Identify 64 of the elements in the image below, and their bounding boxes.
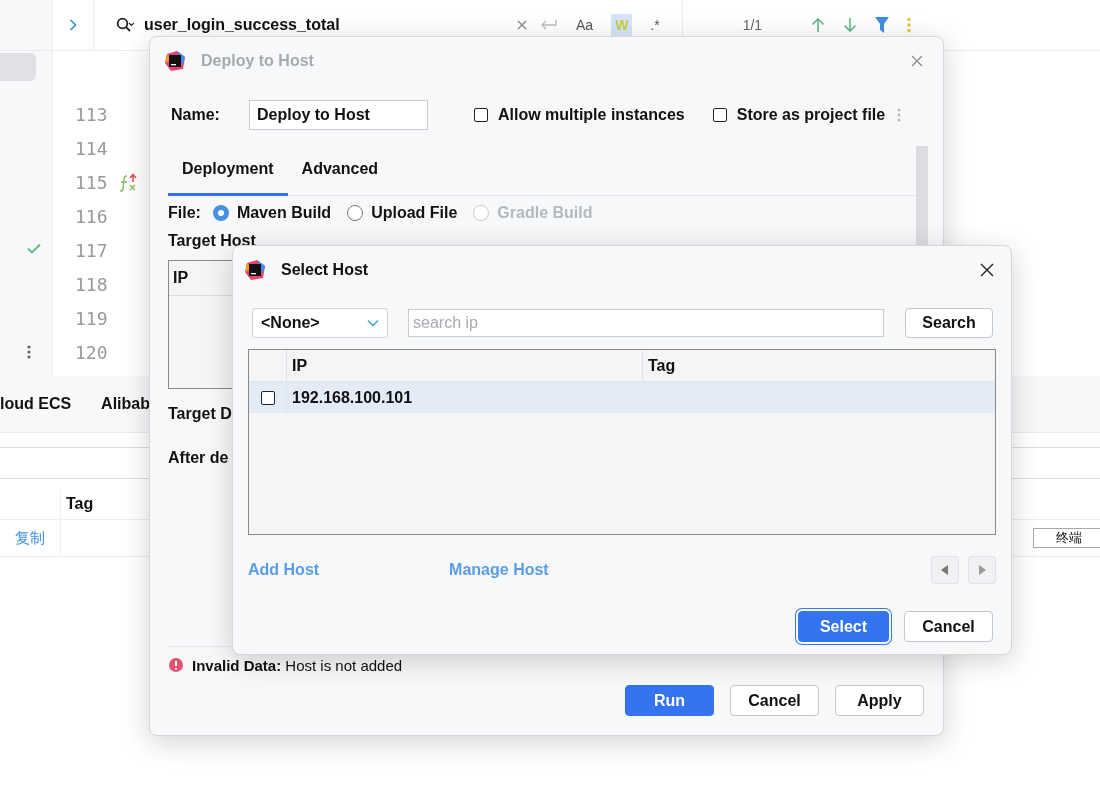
previous-page-button[interactable] [931, 556, 959, 584]
error-message: Invalid Data: Host is not added [192, 656, 403, 674]
section-label: Target Host [168, 231, 257, 251]
app-logo-icon [245, 260, 265, 280]
line-number: 116 [75, 205, 109, 227]
line-number: 117 [75, 239, 109, 261]
dialog-button[interactable]: Select [798, 611, 889, 642]
error-icon [168, 657, 184, 673]
dialog-button[interactable]: Cancel [904, 611, 993, 642]
right-triangle-icon [978, 565, 986, 575]
dialog-title: Select Host [281, 261, 370, 279]
section-label: After de [168, 448, 230, 468]
line-number: 113 [75, 103, 109, 125]
host-row[interactable]: 192.168.100.101 [249, 382, 995, 413]
search-button[interactable]: Search [905, 308, 993, 338]
search-option-toggle[interactable]: Aa [572, 14, 598, 36]
dialog-tab[interactable]: Deployment [168, 145, 288, 196]
search-icon[interactable] [116, 17, 134, 33]
search-field[interactable]: search ip [408, 309, 884, 337]
search-option-toggle[interactable]: .* [646, 14, 664, 36]
file-label: File: [168, 204, 201, 222]
line-number: 119 [75, 307, 109, 329]
close-icon[interactable] [980, 263, 994, 277]
match-count: 1/1 [742, 17, 764, 33]
option-checkbox[interactable]: Store as project file [712, 106, 886, 124]
dialog-button[interactable]: Run [625, 685, 714, 716]
clear-icon[interactable] [516, 19, 528, 31]
column-header: Tag [65, 495, 95, 513]
ip-cell-text: 192.168.100.101 [291, 387, 414, 408]
name-label: Name: [170, 106, 221, 124]
line-number: 114 [75, 137, 109, 159]
dialog-tab[interactable]: Advanced [287, 145, 393, 196]
chevron-down-icon [367, 319, 379, 327]
line-number: 120 [75, 341, 109, 363]
dialog-button[interactable]: Cancel [730, 685, 819, 716]
filter-icon[interactable] [874, 17, 889, 33]
more-icon[interactable] [27, 345, 31, 359]
line-number: 118 [75, 273, 109, 295]
newline-icon[interactable] [540, 19, 558, 31]
column-header: IP [287, 350, 643, 381]
scrollbar[interactable] [916, 146, 928, 246]
group-dropdown[interactable]: <None> [252, 308, 388, 338]
column-header: Tag [647, 355, 676, 376]
section-label: Target D [168, 404, 233, 424]
arrow-up-icon[interactable] [810, 17, 825, 33]
row-checkbox[interactable] [260, 390, 275, 405]
option-checkbox[interactable]: Allow multiple instances [474, 106, 685, 124]
chevron-icon[interactable] [69, 19, 77, 31]
panel-tab[interactable]: Alibab [101, 395, 150, 413]
dialog-title: Deploy to Host [201, 52, 315, 70]
file-radio[interactable]: Maven Build [212, 204, 332, 222]
line-number: 115 [75, 171, 109, 193]
check-icon [27, 243, 41, 254]
app-logo-icon [165, 51, 185, 71]
panel-tab[interactable]: loud ECS [0, 395, 72, 413]
copy-link[interactable]: 复制 [0, 520, 61, 556]
next-page-button[interactable] [968, 556, 996, 584]
left-triangle-icon [941, 565, 949, 575]
file-radio[interactable]: Upload File [347, 204, 458, 222]
search-query[interactable]: user_login_success_total [144, 16, 504, 34]
arrow-down-icon[interactable] [842, 17, 857, 33]
dialog-button[interactable]: Apply [835, 685, 924, 716]
name-field[interactable]: Deploy to Host [249, 100, 428, 130]
terminal-button[interactable]: 终端 [1033, 528, 1100, 548]
